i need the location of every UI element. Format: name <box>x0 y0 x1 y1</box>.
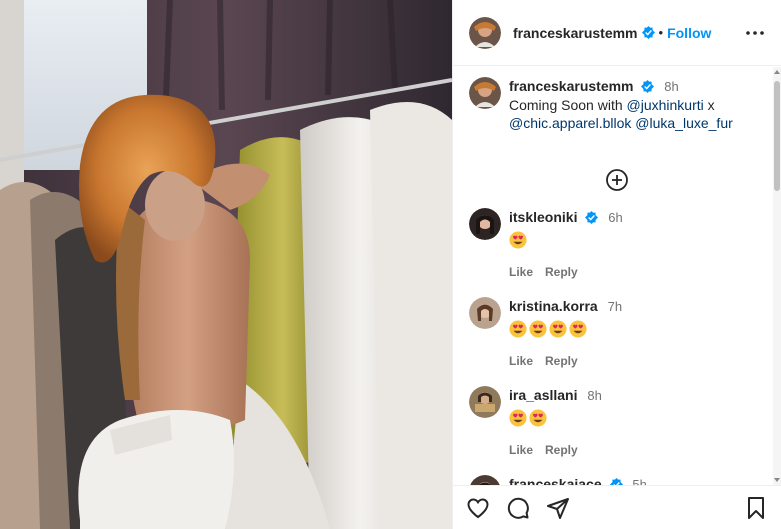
comment-time: 6h <box>608 210 623 225</box>
heart-eyes-emoji <box>529 320 547 338</box>
comment-item: kristina.korra 7h Like Reply <box>453 297 781 368</box>
caption-time: 8h <box>664 79 679 94</box>
reply-button[interactable]: Reply <box>545 354 578 368</box>
scrollbar-thumb[interactable] <box>774 81 780 191</box>
reply-button[interactable]: Reply <box>545 443 578 457</box>
bookmark-icon[interactable] <box>743 495 769 521</box>
comment-text <box>509 409 602 429</box>
like-comment-button[interactable]: Like <box>509 354 533 368</box>
heart-eyes-emoji <box>509 409 527 427</box>
caption-avatar[interactable] <box>469 77 501 109</box>
comment-text <box>509 231 623 251</box>
comments-scroll-area[interactable]: franceskarustemm 8h Coming Soon with @ju… <box>453 67 781 485</box>
caption-username[interactable]: franceskarustemm <box>509 78 634 94</box>
comment-text <box>509 320 622 340</box>
comment-item: franceskajace 5h <box>453 475 781 485</box>
comments-scrollbar[interactable] <box>773 67 781 485</box>
post-image <box>0 0 452 529</box>
load-more-comments <box>453 168 781 192</box>
reply-button[interactable]: Reply <box>545 265 578 279</box>
heart-eyes-emoji <box>509 231 527 249</box>
heart-eyes-emoji <box>569 320 587 338</box>
commenter-avatar[interactable] <box>469 386 501 418</box>
plus-circle-icon[interactable] <box>605 168 629 192</box>
comment-time: 8h <box>587 388 602 403</box>
like-comment-button[interactable]: Like <box>509 443 533 457</box>
verified-badge-icon <box>641 80 655 93</box>
mention-link[interactable]: @juxhinkurti <box>627 97 704 113</box>
scroll-down-arrow-icon[interactable] <box>774 478 780 482</box>
post-action-bar <box>453 485 781 529</box>
heart-eyes-emoji <box>509 320 527 338</box>
more-horizontal-icon[interactable] <box>743 21 767 45</box>
heart-eyes-emoji <box>549 320 567 338</box>
verified-badge-icon <box>609 478 623 485</box>
comment-time: 5h <box>632 477 647 485</box>
separator-dot: • <box>658 25 664 40</box>
heart-eyes-emoji <box>529 409 547 427</box>
commenter-username[interactable]: kristina.korra <box>509 298 598 314</box>
author-username[interactable]: franceskarustemm <box>513 25 638 41</box>
caption-text-prefix: Coming Soon with <box>509 97 627 113</box>
post-photo[interactable] <box>0 0 452 529</box>
heart-icon[interactable] <box>465 495 491 521</box>
like-comment-button[interactable]: Like <box>509 265 533 279</box>
follow-button[interactable]: Follow <box>667 25 711 41</box>
comment-time: 7h <box>607 299 623 314</box>
post-header: franceskarustemm • Follow <box>453 0 781 66</box>
mention-link[interactable]: @chic.apparel.bllok <box>509 115 631 131</box>
commenter-avatar[interactable] <box>469 208 501 240</box>
author-avatar[interactable] <box>469 16 501 49</box>
post-caption: franceskarustemm 8h Coming Soon with @ju… <box>453 67 781 132</box>
verified-badge-icon <box>585 211 599 224</box>
verified-badge-icon <box>641 26 655 39</box>
scroll-up-arrow-icon[interactable] <box>774 70 780 74</box>
caption-text-mid: x <box>703 97 715 113</box>
commenter-username[interactable]: franceskajace <box>509 476 602 485</box>
commenter-avatar[interactable] <box>469 475 501 485</box>
commenter-username[interactable]: ira_asllani <box>509 387 578 403</box>
commenter-avatar[interactable] <box>469 297 501 329</box>
comment-item: ira_asllani 8h Like Reply <box>453 386 781 457</box>
comment-icon[interactable] <box>505 495 531 521</box>
mention-link[interactable]: @luka_luxe_fur <box>635 115 733 131</box>
post-sidebar: franceskarustemm • Follow franceskaruste… <box>452 0 781 529</box>
share-icon[interactable] <box>545 495 571 521</box>
caption-text: Coming Soon with @juxhinkurti x @chic.ap… <box>509 96 759 132</box>
commenter-username[interactable]: itskleoniki <box>509 209 577 225</box>
comment-item: itskleoniki 6h Like Reply <box>453 208 781 279</box>
